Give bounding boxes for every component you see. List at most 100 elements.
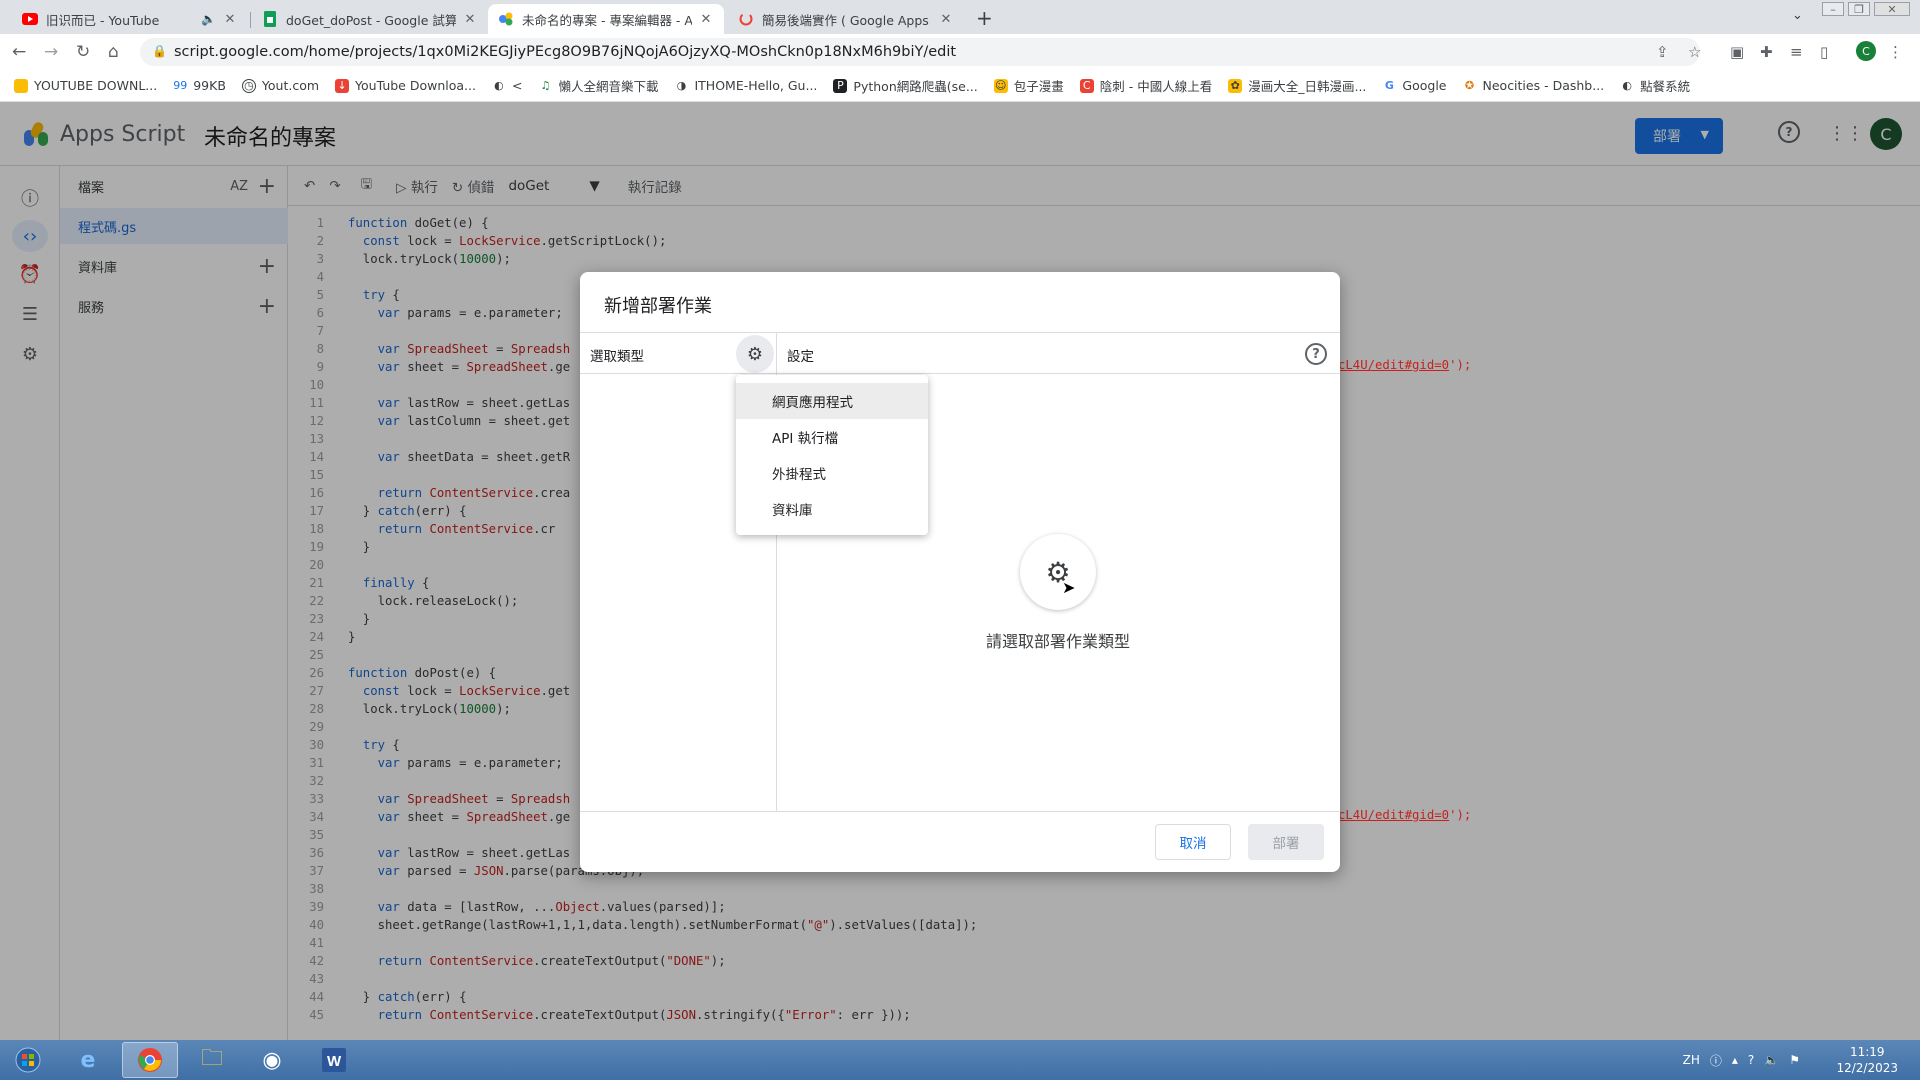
media-control-icon[interactable]: ≡ [1790,43,1803,61]
cat-icon: ✪ [1464,79,1475,92]
close-tab-icon[interactable]: ✕ [462,12,478,27]
puzzle-icon[interactable]: ✚ [1760,43,1773,61]
deploy-submit-button[interactable]: 部署 [1248,824,1324,860]
bookmark[interactable]: P Python網路爬蟲(se... [833,76,978,95]
gear-icon: ⚙ [1020,534,1096,610]
close-tab-icon[interactable]: ✕ [938,12,954,27]
bookmark[interactable]: ↓ YouTube Downloa... [335,78,476,93]
home-icon[interactable]: ⌂ [108,42,119,62]
tab-sheets[interactable]: doGet_doPost - Google 試算表 ✕ [252,4,488,34]
bookmark[interactable]: 99 99KB [173,78,226,93]
tab-title: 簡易後端實作 ( Google Apps Script [762,12,932,28]
svg-text:W: W [327,1053,342,1070]
url-text: script.google.com/home/projects/1qx0Mi2K… [174,44,957,60]
tab-article[interactable]: 簡易後端實作 ( Google Apps Script ✕ [728,4,964,34]
close-window-icon[interactable]: ✕ [1874,2,1910,16]
empty-state-message: 請選取部署作業類型 [985,632,1130,651]
cancel-button[interactable]: 取消 [1155,824,1231,860]
profile-avatar[interactable]: C [1856,41,1876,61]
dialog-title: 新增部署作業 [604,296,712,317]
back-icon[interactable]: ← [12,42,26,62]
menu-item-library[interactable]: 資料庫 [736,491,928,527]
new-deployment-dialog: 新增部署作業 選取類型 ⚙ 設定 ? 網頁應用程式 API 執行檔 外掛程式 資… [580,272,1340,872]
ie-icon[interactable]: e [60,1042,116,1078]
bookmark[interactable]: ✿ 漫画大全_日韩漫画... [1228,76,1366,95]
bookmark-icon: 99 [173,79,188,92]
bookmark-icon: ✿ [1228,78,1243,93]
browser-toolbar: ← → ↻ ⌂ 🔒 script.google.com/home/project… [0,34,1920,70]
network-icon[interactable]: ▴ [1732,1053,1738,1067]
side-panel-icon[interactable]: ▯ [1820,43,1828,61]
bookmark[interactable]: ◐ < [492,78,522,93]
loading-icon [738,11,754,27]
extension-icon[interactable]: ▣ [1730,43,1744,61]
chrome-icon[interactable] [122,1042,178,1078]
menu-item-web-app[interactable]: 網頁應用程式 [736,383,928,419]
globe-icon: ◐ [1622,79,1632,92]
download-icon: ↓ [335,78,350,93]
bookmark[interactable]: ◐ 點餐系統 [1620,76,1690,95]
windows-start-icon[interactable] [0,1042,56,1078]
tab-search-icon[interactable]: ⌄ [1792,8,1803,23]
deployment-type-menu: 網頁應用程式 API 執行檔 外掛程式 資料庫 [736,375,928,535]
word-icon[interactable]: W [306,1042,362,1078]
bookmark[interactable]: ♫ 懶人全網音樂下載 [538,76,659,95]
speaker-icon[interactable]: 🔈 [201,12,216,26]
menu-item-add-on[interactable]: 外掛程式 [736,455,928,491]
clock-time: 11:19 [1849,1045,1885,1059]
language-indicator[interactable]: ZH [1683,1053,1700,1067]
menu-dots-icon[interactable]: ⋮ [1888,43,1903,61]
bookmark-icon: P [833,78,848,93]
bookmark[interactable]: C 陰刺 - 中國人線上看 [1079,76,1212,95]
mouse-cursor-icon: ➤ [1062,578,1076,597]
bookmark[interactable]: YOUTUBE DOWNL... [14,78,157,93]
menu-item-api-executable[interactable]: API 執行檔 [736,419,928,455]
restore-icon[interactable]: ❐ [1848,2,1870,16]
close-tab-icon[interactable]: ✕ [698,12,714,27]
tab-title: 未命名的專案 - 專案編輯器 - Apps Script [522,12,692,28]
youtube-icon [22,11,38,27]
help-tray-icon[interactable]: ⓘ [1710,1052,1722,1069]
forward-icon[interactable]: → [44,42,58,62]
dialog-bar: 選取類型 ⚙ 設定 ? [580,332,1340,374]
bookmark[interactable]: ◷ Yout.com [241,78,319,93]
bookmark[interactable]: G Google [1382,78,1447,93]
clock[interactable]: 11:19 12/2/2023 [1836,1044,1898,1076]
bookmark[interactable]: ◑ ITHOME-Hello, Gu... [674,78,818,93]
bookmark[interactable]: ✪ Neocities - Dashb... [1463,78,1604,93]
media-icon[interactable]: ◉ [244,1042,300,1078]
address-bar[interactable]: 🔒 script.google.com/home/projects/1qx0Mi… [140,38,1700,66]
reload-icon[interactable]: ↻ [76,42,90,62]
folder-icon [14,78,28,93]
folder-icon[interactable]: 🗀 [184,1042,240,1078]
system-tray: ZH ⓘ ▴ ? 🔈 ⚑ [1683,1040,1810,1080]
help-icon[interactable]: ? [1305,343,1327,365]
code-tail-fragment: cL4U/edit#gid=0'); [1338,358,1472,372]
globe-icon: ◑ [676,79,687,92]
settings-label: 設定 [787,349,814,365]
select-type-label: 選取類型 [590,349,644,365]
sheets-icon [262,11,278,27]
star-icon[interactable]: ☆ [1688,43,1701,61]
lock-icon: 🔒 [152,44,167,58]
bookmarks-bar: YOUTUBE DOWNL... 99 99KB ◷ Yout.com ↓ YouTu… [0,70,1920,102]
minimize-icon[interactable]: – [1822,2,1844,16]
code-tail-fragment: cL4U/edit#gid=0'); [1338,808,1472,822]
bookmark[interactable]: ☺ 包子漫畫 [993,76,1064,95]
windows-taskbar: e 🗀 ◉ W ZH ⓘ ▴ ? 🔈 ⚑ 11:19 12/2/2023 [0,1040,1920,1080]
globe-icon: ◐ [494,79,504,92]
close-tab-icon[interactable]: ✕ [222,12,238,27]
tab-apps-script[interactable]: 未命名的專案 - 專案編輯器 - Apps Script ✕ [488,4,724,34]
volume-icon[interactable]: 🔈 [1764,1053,1779,1067]
question-icon[interactable]: ? [1748,1053,1754,1067]
flag-icon[interactable]: ⚑ [1789,1053,1800,1067]
new-tab-icon[interactable]: + [976,6,993,30]
select-type-gear-button[interactable]: ⚙ [736,335,774,373]
tab-title: 旧识而已 - YouTube [46,12,160,28]
bookmark-icon: C [1079,78,1094,93]
google-icon: G [1384,79,1394,92]
tab-youtube[interactable]: 旧识而已 - YouTube 🔈 ✕ [12,4,248,34]
share-icon[interactable]: ⇪ [1656,43,1669,61]
dialog-footer: 取消 部署 [580,811,1340,872]
clock-date: 12/2/2023 [1836,1061,1898,1075]
